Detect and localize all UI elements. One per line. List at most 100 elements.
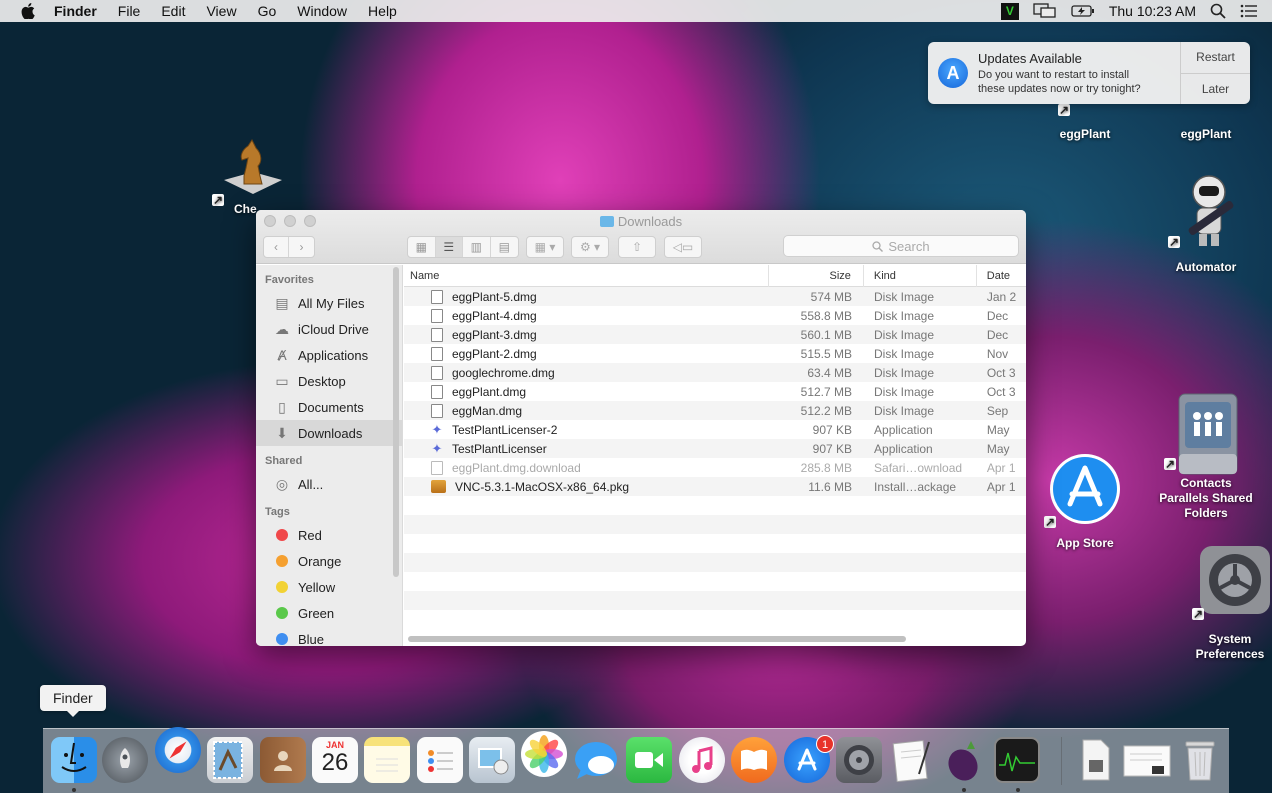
menu-edit[interactable]: Edit <box>161 3 185 19</box>
sidebar-tag-green[interactable]: Green <box>256 600 402 626</box>
table-row[interactable]: eggPlant-2.dmg 515.5 MB Disk Image Nov <box>404 344 1026 363</box>
notification-center-icon[interactable] <box>1240 4 1258 18</box>
sidebar-tag-blue[interactable]: Blue <box>256 626 402 646</box>
ibooks-icon[interactable] <box>731 737 777 783</box>
table-row[interactable]: eggPlant-5.dmg 574 MB Disk Image Jan 2 <box>404 287 1026 306</box>
desktop-icon-parallels-shared[interactable]: ↗ Contacts Parallels Shared Folders <box>1158 392 1254 521</box>
table-row[interactable]: VNC-5.3.1-MacOSX-x86_64.pkg 11.6 MB Instal… <box>404 477 1026 496</box>
trash-icon[interactable] <box>1177 737 1223 783</box>
messages-icon[interactable] <box>573 737 619 783</box>
sidebar-tag-yellow[interactable]: Yellow <box>256 574 402 600</box>
facetime-icon[interactable] <box>626 737 672 783</box>
search-field[interactable]: Search <box>783 235 1019 257</box>
display-mirroring-icon[interactable] <box>1033 3 1057 19</box>
safari-compass-icon[interactable] <box>155 727 201 773</box>
tags-button[interactable]: ◁▭ <box>664 236 702 258</box>
application-icon: ✦ <box>431 440 443 456</box>
sidebar-item-downloads[interactable]: ⬇ Downloads <box>256 420 402 446</box>
file-name: eggPlant-3.dmg <box>452 327 537 342</box>
table-row[interactable]: ✦ TestPlantLicenser 907 KB Application May <box>404 439 1026 458</box>
calendar-icon[interactable]: JAN 26 <box>312 737 358 783</box>
table-row[interactable]: eggPlant.dmg.download 285.8 MB Safari…ownl… <box>404 458 1026 477</box>
tag-dot-icon <box>276 555 288 567</box>
sidebar-item-label: Yellow <box>298 579 336 595</box>
desktop-label-automator: Automator <box>1175 260 1237 274</box>
sidebar-item-icloud-drive[interactable]: ☁ iCloud Drive <box>256 316 402 342</box>
mail-stamp-icon[interactable] <box>207 737 253 783</box>
reminders-icon[interactable] <box>417 737 463 783</box>
textedit-icon[interactable] <box>888 737 934 783</box>
desktop-icon-chess[interactable]: ↗ Che <box>212 136 294 217</box>
search-placeholder: Search <box>888 238 930 254</box>
menubar-clock[interactable]: Thu 10:23 AM <box>1109 3 1196 19</box>
system-preferences-gear-icon[interactable] <box>836 737 882 783</box>
battery-icon[interactable] <box>1071 4 1095 18</box>
table-row[interactable]: ✦ TestPlantLicenser-2 907 KB Application May <box>404 420 1026 439</box>
file-size: 11.6 MB <box>808 479 853 494</box>
apple-menu-icon[interactable] <box>20 3 36 20</box>
horizontal-scrollbar[interactable] <box>408 636 906 642</box>
sidebar-tag-red[interactable]: Red <box>256 522 402 548</box>
forward-button[interactable]: › <box>289 237 314 257</box>
download-icon: ⬇ <box>276 424 288 441</box>
desktop-icon-app-store[interactable]: ↗ App Store <box>1044 452 1124 551</box>
gear-icon: ⚙ ▾ <box>579 240 601 254</box>
action-button[interactable]: ⚙ ▾ <box>571 236 609 258</box>
itunes-music-note-icon[interactable] <box>679 737 725 783</box>
column-header-size[interactable]: Size <box>769 265 864 287</box>
sidebar-item-documents[interactable]: ▯ Documents <box>256 394 402 420</box>
preview-icon[interactable] <box>469 737 515 783</box>
file-size: 512.7 MB <box>800 384 853 399</box>
package-icon <box>431 480 446 493</box>
table-row[interactable]: eggPlant.dmg 512.7 MB Disk Image Oct 3 <box>404 382 1026 401</box>
table-row[interactable]: eggPlant-3.dmg 560.1 MB Disk Image Dec <box>404 325 1026 344</box>
column-header-name[interactable]: Name <box>404 265 769 287</box>
sidebar-item-applications[interactable]: Ⱥ Applications <box>256 342 402 368</box>
alias-arrow-icon: ↗ <box>1058 103 1070 117</box>
menu-view[interactable]: View <box>206 3 236 19</box>
alias-arrow-icon: ↗ <box>1164 457 1176 471</box>
launchpad-rocket-icon[interactable] <box>102 737 148 783</box>
finder-icon[interactable] <box>51 737 97 783</box>
menu-finder[interactable]: Finder <box>54 3 97 19</box>
sidebar-scrollbar[interactable] <box>393 267 399 577</box>
nav-buttons: ‹ › <box>263 236 315 258</box>
cover-flow-icon[interactable]: ▤ <box>491 237 518 257</box>
downloads-stack-icon[interactable] <box>1073 737 1119 783</box>
desktop-icon-automator[interactable]: ↗ Automator <box>1166 170 1246 275</box>
notes-icon[interactable] <box>364 737 410 783</box>
notification-body-line-1: Do you want to restart to install <box>978 69 1130 81</box>
table-row[interactable]: googlechrome.dmg 63.4 MB Disk Image Oct 3 <box>404 363 1026 382</box>
column-view-icon[interactable]: ▥ <box>463 237 491 257</box>
list-view-icon[interactable]: ☰ <box>435 237 463 257</box>
file-name: eggPlant-5.dmg <box>452 289 537 304</box>
column-headers: Name Size Kind Date <box>404 265 1026 287</box>
sidebar-item-shared-all[interactable]: ◎ All... <box>256 471 402 497</box>
menu-go[interactable]: Go <box>258 3 277 19</box>
back-button[interactable]: ‹ <box>264 237 289 257</box>
sidebar-item-desktop[interactable]: ▭ Desktop <box>256 368 402 394</box>
restart-button[interactable]: Restart <box>1181 42 1250 74</box>
column-header-date[interactable]: Date <box>977 265 1026 287</box>
eggplant-icon[interactable] <box>940 737 986 783</box>
menu-file[interactable]: File <box>118 3 141 19</box>
documents-stack-icon[interactable] <box>1121 737 1173 783</box>
share-button[interactable]: ⇧ <box>618 236 656 258</box>
column-header-kind[interactable]: Kind <box>864 265 977 287</box>
table-row[interactable]: eggMan.dmg 512.2 MB Disk Image Sep <box>404 401 1026 420</box>
sidebar-tag-orange[interactable]: Orange <box>256 548 402 574</box>
spotlight-search-icon[interactable] <box>1210 3 1226 19</box>
sidebar-item-all-my-files[interactable]: ▤ All My Files <box>256 290 402 316</box>
activity-monitor-icon[interactable] <box>994 737 1040 783</box>
desktop-label-app-store: App Store <box>1056 536 1114 550</box>
vnc-status-icon[interactable]: V <box>1000 2 1019 20</box>
later-button[interactable]: Later <box>1181 74 1250 105</box>
table-row[interactable]: eggPlant-4.dmg 558.8 MB Disk Image Dec <box>404 306 1026 325</box>
menu-help[interactable]: Help <box>368 3 397 19</box>
photos-icon[interactable] <box>521 731 567 777</box>
menu-window[interactable]: Window <box>297 3 347 19</box>
contacts-book-icon[interactable] <box>260 737 306 783</box>
arrange-button[interactable]: ▦ ▾ <box>526 236 564 258</box>
desktop-icon-system-preferences[interactable]: ↗ System Preferences <box>1188 546 1272 662</box>
icon-view-icon[interactable]: ▦ <box>408 237 436 257</box>
